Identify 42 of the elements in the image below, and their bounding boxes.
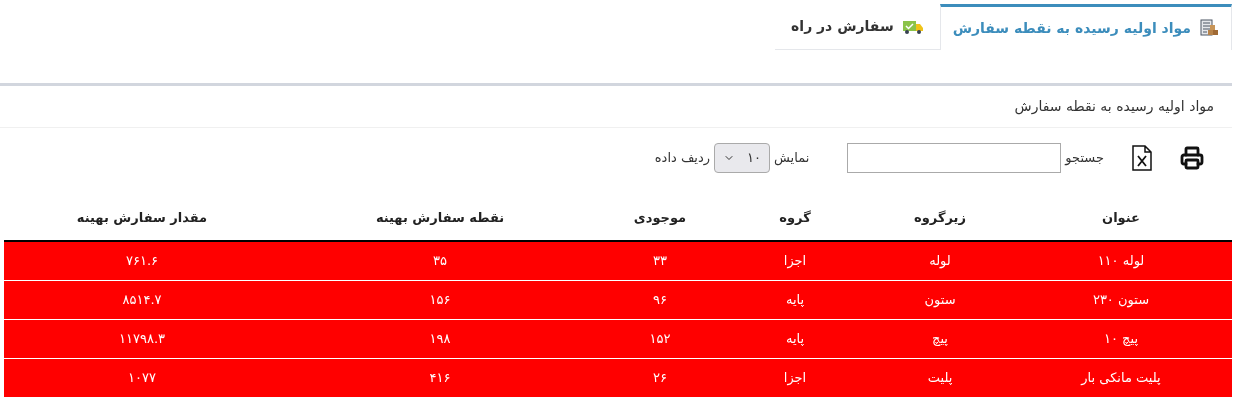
column-header[interactable]: گروه (720, 208, 870, 228)
table-cell-text: ستون ۲۳۰ (1091, 291, 1151, 310)
show-label: نمایش (774, 149, 810, 168)
page-size-select[interactable]: ۱۰ (714, 143, 771, 173)
table-cell-text: ۸۵۱۴.۷ (121, 291, 163, 310)
table-cell-text: پایه (784, 330, 806, 349)
truck-icon (901, 18, 924, 35)
table-cell-text: ۱۹۸ (428, 330, 452, 349)
table-cell-text: لوله ۱۱۰ (1096, 252, 1146, 271)
column-header[interactable]: زیرگروه (870, 208, 1010, 228)
tab[interactable]: مواد اولیه رسیده به نقطه سفارش (939, 4, 1232, 50)
table-cell-text: ۱۱۷۹۸.۳ (118, 330, 166, 349)
column-header[interactable]: عنوان (1010, 208, 1232, 228)
table-cell-text: ۱۰۷۷ (127, 369, 157, 388)
table-cell-text: پیچ ۱۰ (1102, 330, 1139, 349)
table-cell-text: اجزا (782, 369, 808, 388)
table-cell-text: ۱۵۶ (428, 291, 452, 310)
column-header[interactable]: موجودی (600, 208, 720, 228)
table-cell-text: پیچ (931, 330, 949, 349)
table-cell-text: ۹۶ (652, 291, 668, 310)
table-cell-text: ۳۵ (432, 252, 448, 271)
column-header[interactable]: مقدار سفارش بهینه (4, 208, 280, 228)
search-label: جستجو (1065, 149, 1104, 168)
table-cell-text: ستون (923, 291, 957, 310)
table-cell-text: ۲۶ (652, 369, 668, 388)
table-cell-text: لوله (928, 252, 952, 271)
print-icon[interactable] (1180, 146, 1204, 170)
column-header[interactable]: نقطه سفارش بهینه (280, 208, 600, 228)
table-cell-text: ۳۳ (652, 252, 668, 271)
table-cell-text: پایه (784, 291, 806, 310)
document-boxes-icon (1199, 18, 1219, 39)
panel-title: مواد اولیه رسیده به نقطه سفارش (1014, 97, 1214, 117)
table-cell-text: پلیت مانکی بار (1079, 369, 1162, 388)
rows-label: ردیف داده (654, 149, 711, 168)
table-cell-text: ۱۵۲ (648, 330, 672, 349)
table-cell-text: اجزا (782, 252, 808, 271)
table-cell-text: ۴۱۶ (428, 369, 452, 388)
table-cell-text: پلیت (926, 369, 954, 388)
tab[interactable]: سفارش در راه (775, 4, 940, 50)
excel-icon[interactable] (1132, 145, 1152, 171)
search-field[interactable] (847, 143, 1062, 173)
table-cell-text: ۷۶۱.۶ (124, 252, 160, 271)
